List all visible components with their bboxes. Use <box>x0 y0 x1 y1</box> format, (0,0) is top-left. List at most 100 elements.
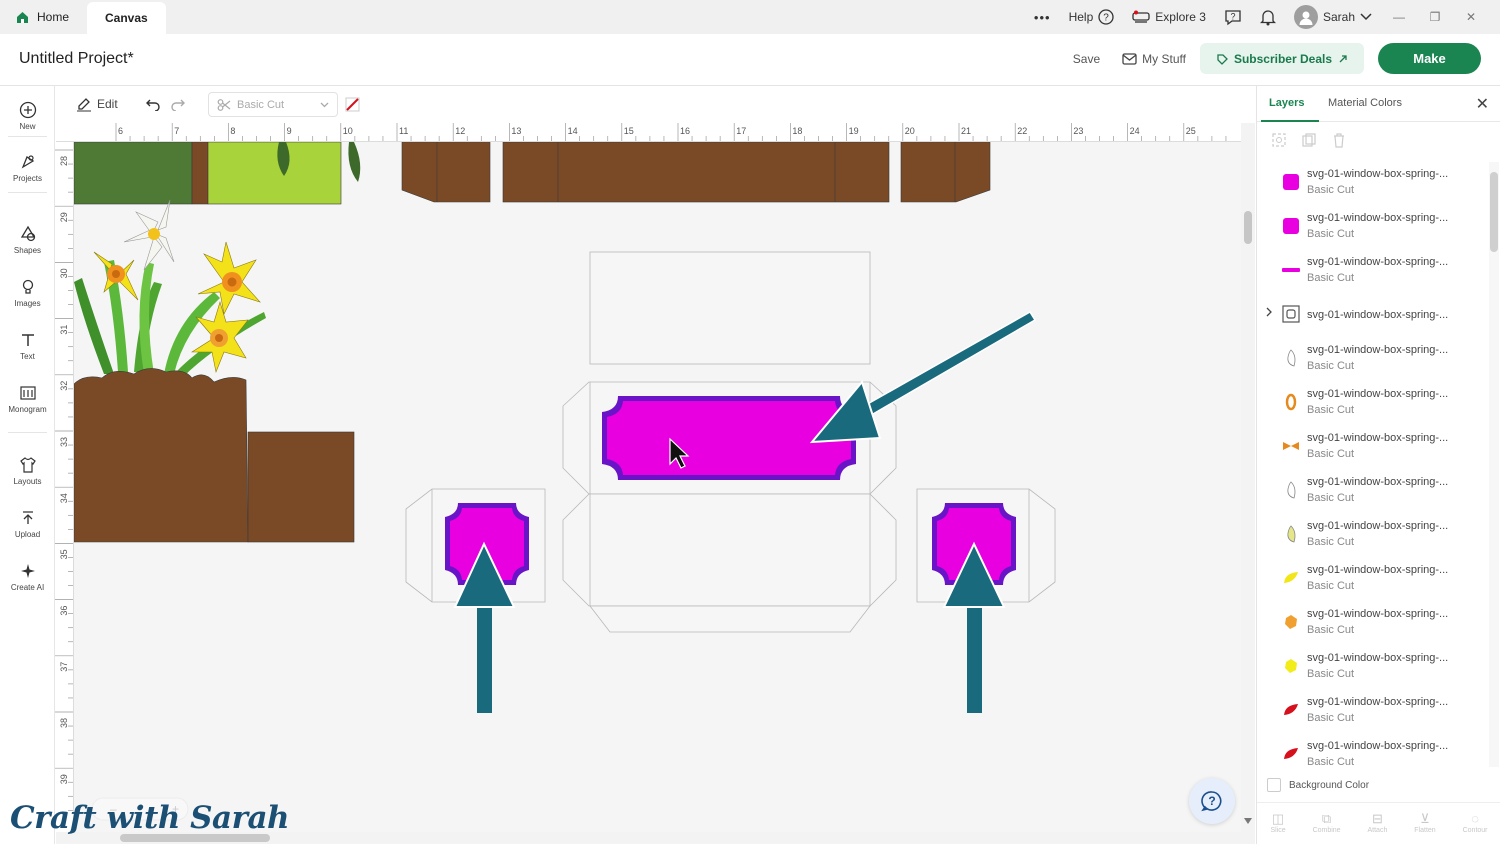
background-color-checkbox[interactable] <box>1267 778 1281 792</box>
restore-button[interactable]: ❐ <box>1426 10 1444 24</box>
tab-layers[interactable]: Layers <box>1269 97 1304 109</box>
layer-operation: Basic Cut <box>1307 448 1355 460</box>
ruler-label: 29 <box>59 212 69 222</box>
layer-row[interactable]: svg-01-window-box-spring-... Basic Cut <box>1257 206 1487 250</box>
sidebar-item-text[interactable]: Text <box>0 330 55 361</box>
layer-row[interactable]: svg-01-window-box-spring-... Basic Cut <box>1257 250 1487 294</box>
sidebar-item-shapes[interactable]: Shapes <box>0 224 55 255</box>
tag-icon <box>1217 53 1228 65</box>
scrollbar-thumb[interactable] <box>1490 172 1498 252</box>
help-chat-icon[interactable]: ? <box>1224 8 1242 26</box>
layer-operation: Basic Cut <box>1307 272 1355 284</box>
layer-shape-icon <box>1283 174 1299 190</box>
project-title[interactable]: Untitled Project* <box>19 50 134 68</box>
duplicate-icon[interactable] <box>1301 132 1317 148</box>
chevron-right-icon[interactable] <box>1265 307 1273 317</box>
layers-scrollbar[interactable] <box>1489 162 1499 767</box>
svg-text:?: ? <box>1208 794 1215 808</box>
bulb-icon <box>22 279 33 294</box>
shapes-icon <box>20 225 35 242</box>
layer-operation: Basic Cut <box>1307 536 1355 548</box>
help-button[interactable]: Help ? <box>1069 9 1115 25</box>
sidebar-item-upload[interactable]: Upload <box>0 508 55 539</box>
explore-machine-button[interactable]: Explore 3 <box>1132 10 1206 24</box>
daffodil-window-box[interactable] <box>74 199 355 543</box>
tab-material-colors[interactable]: Material Colors <box>1328 97 1402 109</box>
attach-button[interactable]: ⊟ Attach <box>1368 811 1388 844</box>
minimize-button[interactable]: — <box>1390 10 1408 24</box>
sidebar-item-layouts[interactable]: Layouts <box>0 455 55 486</box>
group-icon[interactable] <box>1271 132 1287 148</box>
sidebar-item-new[interactable]: New <box>0 100 55 131</box>
layer-row[interactable]: svg-01-window-box-spring-... Basic Cut <box>1257 602 1487 646</box>
layer-thumbnail <box>1281 524 1301 544</box>
layer-row[interactable]: svg-01-window-box-spring-... Basic Cut <box>1257 382 1487 426</box>
flatten-button[interactable]: ⊻ Flatten <box>1414 811 1435 844</box>
sidebar-item-images[interactable]: Images <box>0 277 55 308</box>
sidebar-item-projects[interactable]: Projects <box>0 152 55 183</box>
user-menu[interactable]: Sarah <box>1293 5 1372 29</box>
tab-canvas[interactable]: Canvas <box>87 2 166 34</box>
external-link-icon <box>1339 54 1347 62</box>
ruler-label: 19 <box>849 126 859 136</box>
layer-row[interactable]: svg-01-window-box-spring-... <box>1257 294 1487 338</box>
subscriber-deals-button[interactable]: Subscriber Deals <box>1199 43 1364 74</box>
combine-button[interactable]: ⧉ Combine <box>1313 811 1341 844</box>
redo-icon[interactable] <box>170 97 186 111</box>
combine-label: Combine <box>1312 827 1341 834</box>
scroll-down-icon[interactable] <box>1244 818 1252 824</box>
close-panel-button[interactable]: ✕ <box>1476 94 1489 114</box>
layer-row[interactable]: svg-01-window-box-spring-... Basic Cut <box>1257 514 1487 558</box>
canvas-vertical-scrollbar[interactable] <box>1241 123 1255 832</box>
background-color-toggle[interactable]: Background Color <box>1267 778 1369 792</box>
layer-row[interactable]: svg-01-window-box-spring-... Basic Cut <box>1257 470 1487 514</box>
ruler-label: 7 <box>174 126 179 136</box>
layer-operation: Basic Cut <box>1307 668 1355 680</box>
layer-thumbnail <box>1281 436 1301 456</box>
sidebar-label-projects: Projects <box>13 174 42 183</box>
layer-row[interactable]: svg-01-window-box-spring-... Basic Cut <box>1257 162 1487 206</box>
ruler-vertical: 28 29 30 31 32 33 34 35 36 37 38 39 <box>55 142 74 832</box>
layer-thumbnail <box>1281 260 1301 280</box>
ruler-label: 14 <box>568 126 578 136</box>
monogram-icon <box>19 386 36 400</box>
pen-color-icon[interactable] <box>345 97 360 112</box>
operation-select[interactable]: Basic Cut <box>208 92 338 117</box>
home-icon <box>17 11 28 23</box>
window-box-top-strip[interactable] <box>74 142 991 205</box>
ruler-label: 21 <box>961 126 971 136</box>
edit-toolbar: Edit Basic Cut <box>56 86 1255 123</box>
ruler-label: 22 <box>1017 126 1027 136</box>
trash-icon[interactable] <box>1331 132 1347 148</box>
edit-button[interactable]: Edit <box>76 96 118 112</box>
design-canvas[interactable]: – + <box>74 142 1241 832</box>
my-stuff-button[interactable]: My Stuff <box>1122 52 1186 66</box>
sidebar-divider <box>8 432 47 433</box>
ruler-label: 30 <box>59 268 69 278</box>
sidebar-item-monogram[interactable]: Monogram <box>0 383 55 414</box>
layer-row[interactable]: svg-01-window-box-spring-... Basic Cut <box>1257 558 1487 602</box>
mail-icon <box>1122 52 1137 65</box>
scrollbar-thumb[interactable] <box>1244 211 1252 244</box>
more-menu-button[interactable]: ••• <box>1034 10 1051 25</box>
slice-button[interactable]: ◫ Slice <box>1270 811 1285 844</box>
make-button[interactable]: Make <box>1378 43 1481 74</box>
attach-label: Attach <box>1367 827 1388 834</box>
close-window-button[interactable]: ✕ <box>1462 10 1480 24</box>
layer-row[interactable]: svg-01-window-box-spring-... Basic Cut <box>1257 734 1487 767</box>
sidebar-item-create-ai[interactable]: Create AI <box>0 561 55 592</box>
layer-name: svg-01-window-box-spring-... <box>1307 344 1449 356</box>
layer-row[interactable]: svg-01-window-box-spring-... Basic Cut <box>1257 646 1487 690</box>
save-button[interactable]: Save <box>1065 52 1108 66</box>
layer-row[interactable]: svg-01-window-box-spring-... Basic Cut <box>1257 338 1487 382</box>
help-fab-button[interactable]: ? <box>1189 778 1235 824</box>
contour-button[interactable]: ◌ Contour <box>1463 811 1488 844</box>
ruler-label: 37 <box>59 662 69 672</box>
canvas-artwork: – + <box>74 142 1056 821</box>
bell-icon[interactable] <box>1259 8 1276 26</box>
undo-icon[interactable] <box>145 97 161 111</box>
layer-row[interactable]: svg-01-window-box-spring-... Basic Cut <box>1257 426 1487 470</box>
ruler-label: 38 <box>59 718 69 728</box>
tab-home[interactable]: Home <box>0 0 87 34</box>
layer-row[interactable]: svg-01-window-box-spring-... Basic Cut <box>1257 690 1487 734</box>
